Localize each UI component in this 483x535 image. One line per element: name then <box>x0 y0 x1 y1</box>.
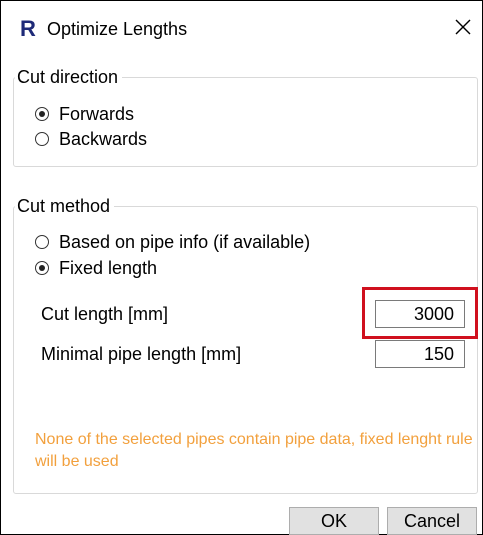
radio-backwards-label: Backwards <box>59 128 148 149</box>
close-icon <box>455 19 471 35</box>
radio-forwards-label: Forwards <box>59 103 135 124</box>
radio-forwards[interactable]: Forwards <box>35 102 134 126</box>
cut-length-highlight <box>362 287 478 339</box>
minimal-pipe-length-label: Minimal pipe length [mm] <box>41 344 242 364</box>
radio-forwards-indicator[interactable] <box>35 107 49 121</box>
minimal-pipe-length-input[interactable] <box>375 340 465 368</box>
radio-backwards[interactable]: Backwards <box>35 127 147 151</box>
radio-based-on-pipe-info-indicator[interactable] <box>35 235 49 249</box>
cut-length-label: Cut length [mm] <box>41 304 169 324</box>
title-bar: R Optimize Lengths <box>1 1 482 61</box>
close-button[interactable] <box>450 13 476 41</box>
cut-direction-legend: Cut direction <box>15 66 123 88</box>
optimize-lengths-dialog: R Optimize Lengths Cut direction Forward… <box>0 0 483 535</box>
radio-based-on-pipe-info-label: Based on pipe info (if available) <box>59 231 311 252</box>
radio-fixed-length-indicator[interactable] <box>35 261 49 275</box>
radio-fixed-length[interactable]: Fixed length <box>35 256 157 280</box>
radio-based-on-pipe-info[interactable]: Based on pipe info (if available) <box>35 230 310 254</box>
cut-method-legend: Cut method <box>15 195 115 217</box>
revit-app-icon: R <box>20 16 36 41</box>
radio-backwards-indicator[interactable] <box>35 132 49 146</box>
radio-fixed-length-label: Fixed length <box>59 257 158 278</box>
ok-button[interactable]: OK <box>289 507 379 535</box>
no-pipe-data-warning: None of the selected pipes contain pipe … <box>35 431 473 470</box>
dialog-title: Optimize Lengths <box>47 19 188 39</box>
cancel-button[interactable]: Cancel <box>387 507 477 535</box>
